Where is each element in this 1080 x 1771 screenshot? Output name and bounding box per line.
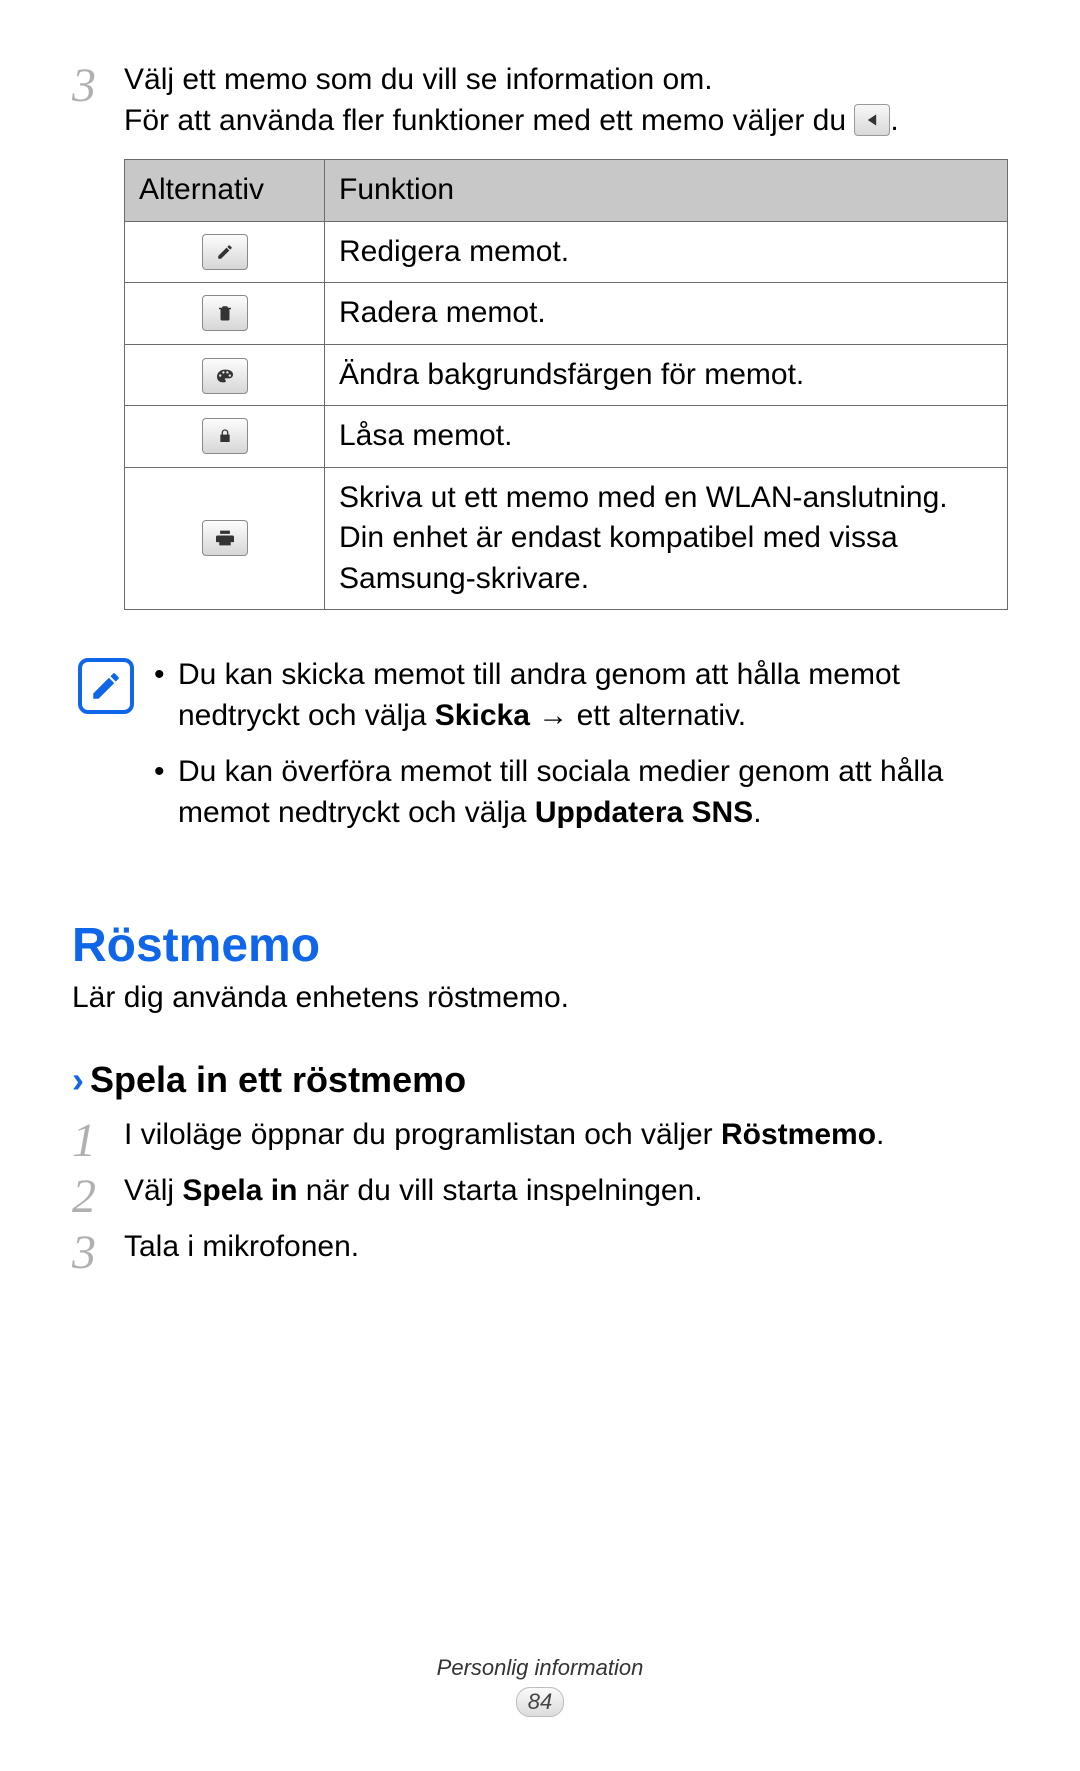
option-icon-cell — [125, 406, 325, 468]
note-body: Du kan skicka memot till andra genom att… — [150, 654, 1002, 848]
footer-chapter: Personlig information — [0, 1655, 1080, 1681]
intro-line-2-post: . — [890, 104, 898, 137]
step-body: I viloläge öppnar du programlistan och v… — [124, 1115, 1008, 1156]
step-body: Tala i mikrofonen. — [124, 1227, 1008, 1268]
trash-icon — [202, 295, 248, 331]
option-text: Ändra bakgrundsfärgen för memot. — [325, 344, 1008, 406]
manual-page: 3 Välj ett memo som du vill se informati… — [0, 0, 1080, 1771]
step-body: Välj Spela in när du vill starta inspeln… — [124, 1171, 1008, 1212]
section-title: Röstmemo — [72, 918, 1008, 973]
note-bold: Skicka — [435, 699, 530, 732]
option-text: Skriva ut ett memo med en WLAN-anslutnin… — [325, 467, 1008, 610]
subsection-title: Spela in ett röstmemo — [90, 1059, 466, 1101]
intro-body: Välj ett memo som du vill se information… — [124, 60, 1008, 634]
subsection-heading: › Spela in ett röstmemo — [72, 1059, 1008, 1101]
step-number: 1 — [72, 1115, 124, 1165]
note-icon — [78, 658, 134, 714]
option-text: Låsa memot. — [325, 406, 1008, 468]
note-list: Du kan skicka memot till andra genom att… — [150, 654, 1002, 834]
option-text: Radera memot. — [325, 283, 1008, 345]
step-text: Välj — [124, 1174, 182, 1207]
note-text: . — [753, 796, 761, 829]
footer-page-number: 84 — [516, 1687, 564, 1717]
table-row: Låsa memot. — [125, 406, 1008, 468]
step-list: 1 I viloläge öppnar du programlistan och… — [72, 1115, 1008, 1277]
intro-line-2: För att använda fler funktioner med ett … — [124, 101, 1008, 142]
step-text: Tala i mikrofonen. — [124, 1230, 359, 1263]
note-text: ett alternativ. — [577, 699, 747, 732]
section-subtitle: Lär dig använda enhetens röstmemo. — [72, 981, 1008, 1015]
option-icon-cell — [125, 467, 325, 610]
arrow-right-icon: → — [530, 699, 577, 732]
step-item: 2 Välj Spela in när du vill starta inspe… — [72, 1171, 1008, 1221]
chevron-right-icon: › — [72, 1059, 84, 1101]
table-row: Redigera memot. — [125, 221, 1008, 283]
palette-icon — [202, 358, 248, 394]
step-text: när du vill starta inspelningen. — [297, 1174, 702, 1207]
note-item: Du kan överföra memot till sociala medie… — [150, 751, 1002, 834]
step-item: 3 Tala i mikrofonen. — [72, 1227, 1008, 1277]
table-header-option: Alternativ — [125, 160, 325, 222]
step-text: . — [876, 1118, 884, 1151]
table-header-row: Alternativ Funktion — [125, 160, 1008, 222]
lock-icon — [202, 418, 248, 454]
table-row: Radera memot. — [125, 283, 1008, 345]
options-table: Alternativ Funktion Redigera memot. — [124, 159, 1008, 610]
note-block: Du kan skicka memot till andra genom att… — [72, 654, 1008, 848]
step-item: 1 I viloläge öppnar du programlistan och… — [72, 1115, 1008, 1165]
print-icon — [202, 520, 248, 556]
step-bold: Spela in — [182, 1174, 297, 1207]
option-icon-cell — [125, 283, 325, 345]
intro-line-1: Välj ett memo som du vill se information… — [124, 60, 1008, 101]
table-row: Ändra bakgrundsfärgen för memot. — [125, 344, 1008, 406]
option-text: Redigera memot. — [325, 221, 1008, 283]
step-number: 2 — [72, 1171, 124, 1221]
page-footer: Personlig information 84 — [0, 1655, 1080, 1717]
pencil-icon — [202, 234, 248, 270]
step-number: 3 — [72, 60, 124, 110]
note-bold: Uppdatera SNS — [535, 796, 753, 829]
option-icon-cell — [125, 221, 325, 283]
table-header-function: Funktion — [325, 160, 1008, 222]
intro-step: 3 Välj ett memo som du vill se informati… — [72, 60, 1008, 634]
step-bold: Röstmemo — [721, 1118, 876, 1151]
note-item: Du kan skicka memot till andra genom att… — [150, 654, 1002, 737]
intro-line-2-pre: För att använda fler funktioner med ett … — [124, 104, 854, 137]
step-text: I viloläge öppnar du programlistan och v… — [124, 1118, 721, 1151]
table-row: Skriva ut ett memo med en WLAN-anslutnin… — [125, 467, 1008, 610]
option-icon-cell — [125, 344, 325, 406]
step-number: 3 — [72, 1227, 124, 1277]
triangle-left-icon — [854, 104, 890, 136]
